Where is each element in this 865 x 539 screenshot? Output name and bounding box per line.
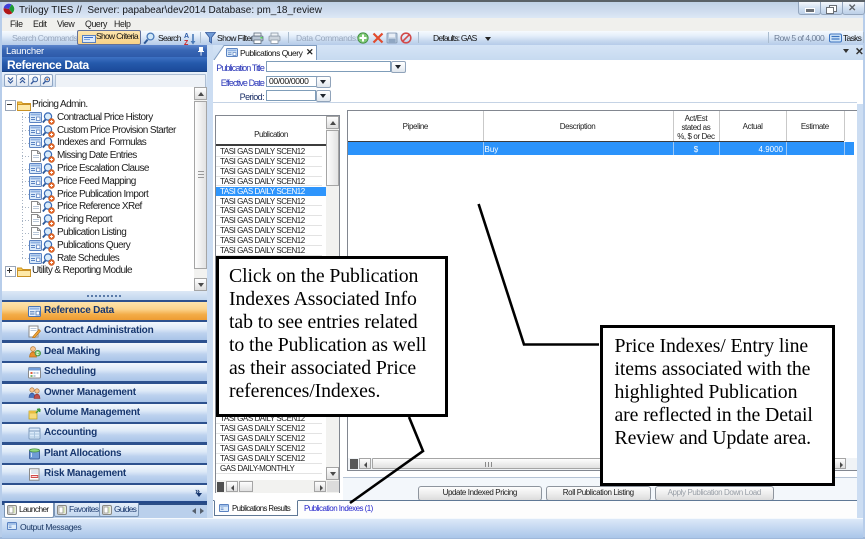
svg-text:A: A xyxy=(184,33,189,40)
